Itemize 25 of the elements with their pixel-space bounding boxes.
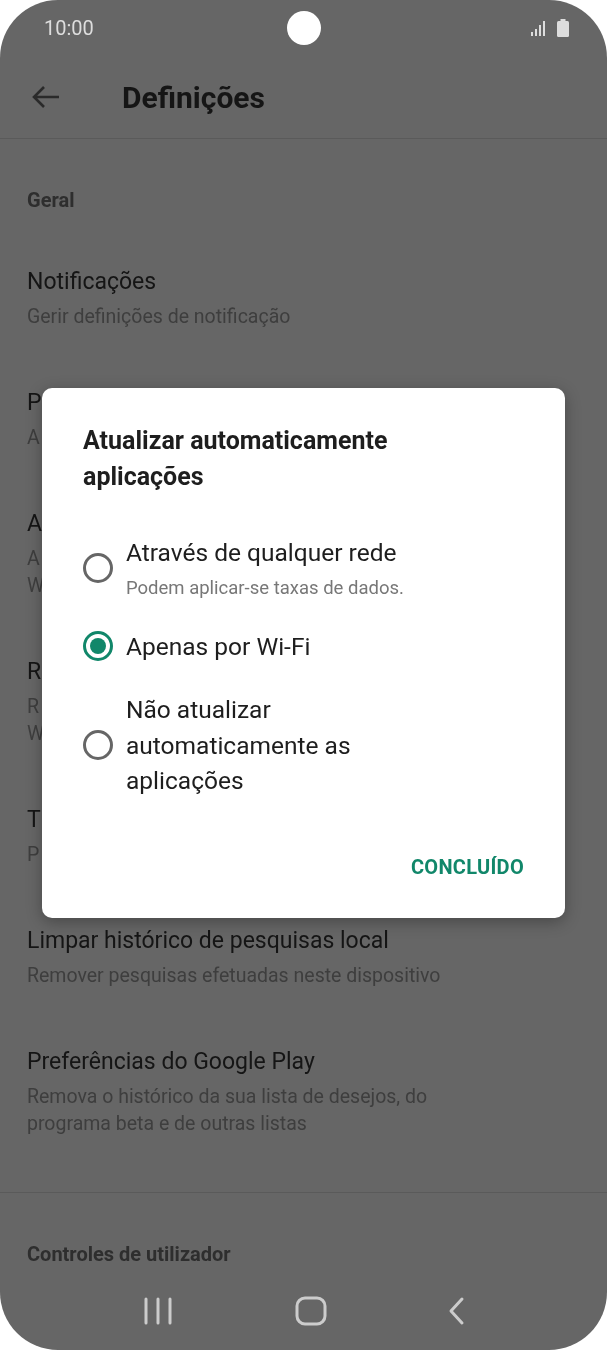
setting-title[interactable]: Limpar histórico de pesquisas local — [27, 923, 389, 959]
radio-button[interactable] — [83, 730, 113, 761]
done-button[interactable]: CONCLUÍDO — [402, 842, 532, 891]
home-icon[interactable] — [295, 1296, 328, 1326]
option-label[interactable]: Não atualizar automaticamente as aplicações — [126, 692, 456, 799]
radio-button[interactable] — [83, 631, 113, 662]
section-header: Geral — [26, 187, 76, 214]
setting-title[interactable]: Preferências do Google Play — [27, 1044, 315, 1080]
setting-title[interactable]: R — [27, 654, 42, 690]
setting-title[interactable]: Notificações — [27, 264, 157, 300]
setting-title[interactable]: P — [27, 385, 42, 421]
battery-icon — [557, 19, 569, 37]
setting-title[interactable]: T — [27, 802, 41, 838]
radio-button[interactable] — [83, 552, 113, 583]
section-header: Controles de utilizador — [26, 1241, 232, 1268]
setting-title[interactable]: A — [27, 506, 42, 542]
back-icon[interactable] — [31, 85, 61, 109]
signal-icon — [531, 20, 547, 36]
camera-cutout — [287, 11, 321, 45]
option-description: Podem aplicar-se taxas de dados. — [126, 575, 404, 601]
option-label[interactable]: Apenas por Wi-Fi — [126, 628, 311, 664]
dialog-title: Atualizar automaticamente aplicações — [83, 425, 389, 493]
option-label[interactable]: Através de qualquer rede — [126, 535, 397, 571]
page-title: Definições — [122, 79, 265, 115]
status-time: 10:00 — [44, 16, 94, 40]
